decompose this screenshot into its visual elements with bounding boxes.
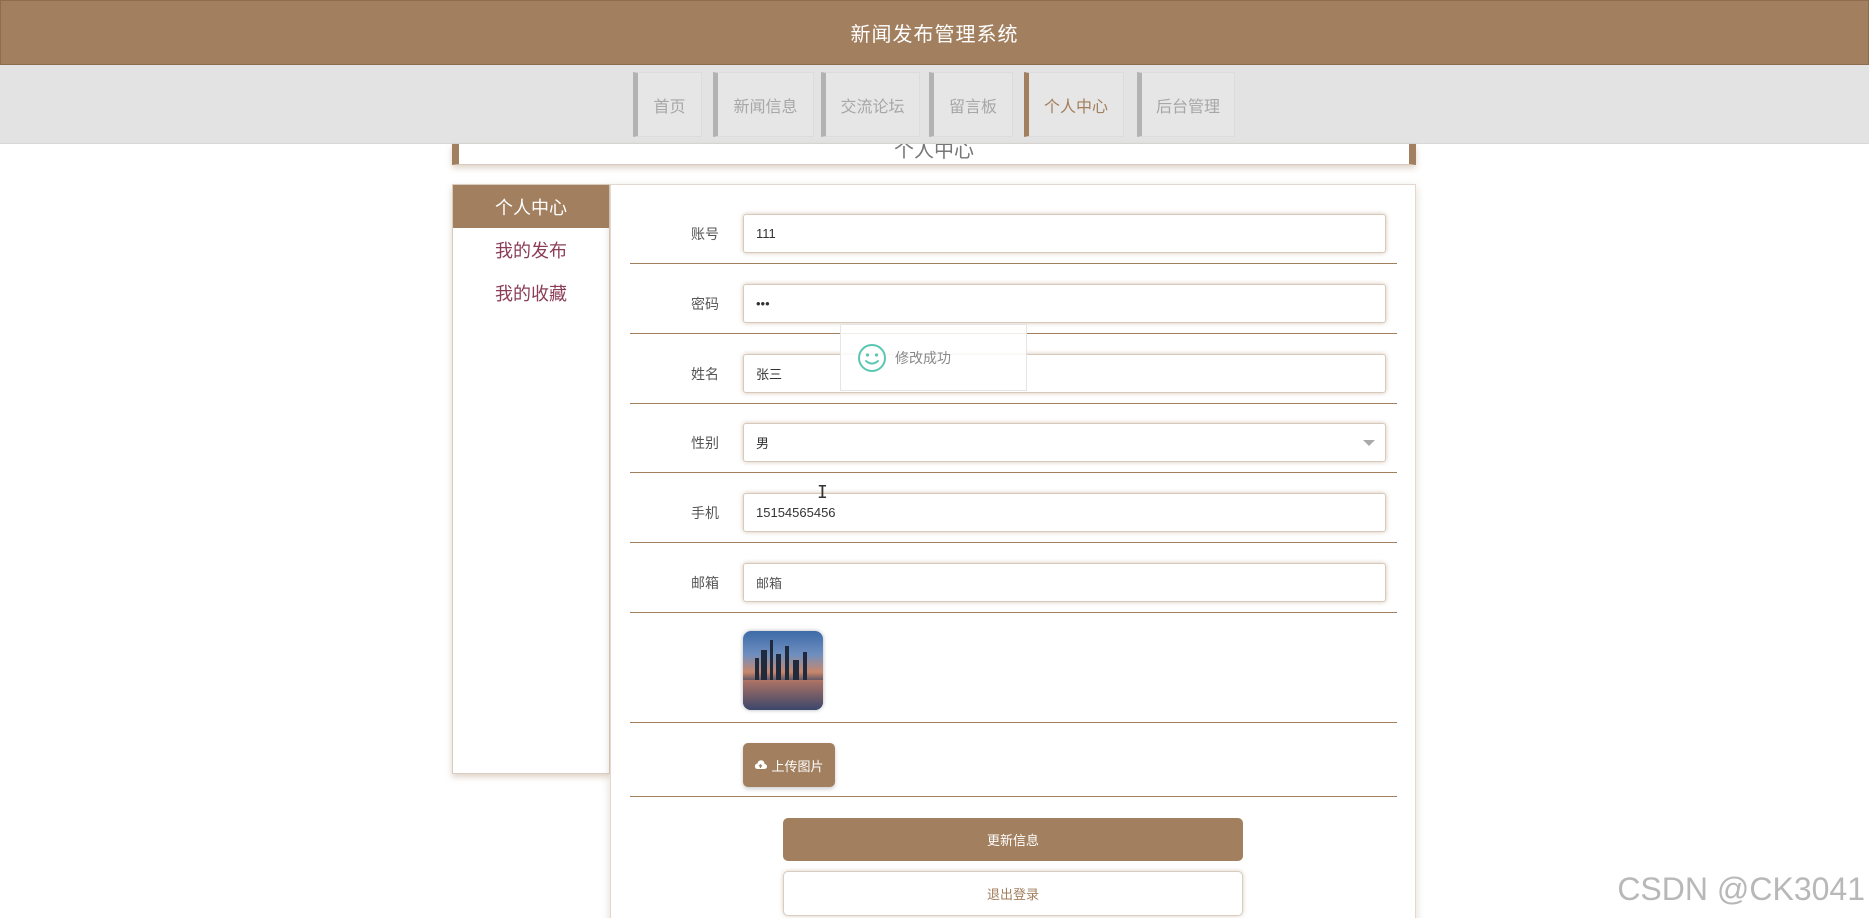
- profile-form: 账号 111 密码 ••• 姓名 张三 性别 男 手机 15154565456 …: [610, 184, 1416, 918]
- account-input[interactable]: 111: [743, 214, 1386, 253]
- form-row-email: 邮箱 邮箱: [630, 543, 1397, 613]
- name-label: 姓名: [691, 367, 719, 383]
- nav-item-profile[interactable]: 个人中心: [1024, 72, 1124, 137]
- form-row-gender: 性别 男: [630, 404, 1397, 473]
- gender-value: 男: [756, 436, 770, 451]
- watermark: CSDN @CK3041: [1617, 871, 1865, 907]
- form-row-phone: 手机 15154565456: [630, 473, 1397, 543]
- nav-item-messages[interactable]: 留言板: [929, 72, 1013, 137]
- gender-select[interactable]: 男: [743, 423, 1386, 462]
- app-header: 新闻发布管理系统: [0, 0, 1869, 65]
- avatar-image: [743, 631, 823, 710]
- nav-item-forum[interactable]: 交流论坛: [821, 72, 920, 137]
- sidebar-item-my-posts[interactable]: 我的发布: [453, 228, 609, 271]
- page-title: 个人中心: [894, 144, 974, 162]
- gender-label: 性别: [691, 436, 719, 452]
- page-title-bar: 个人中心: [452, 144, 1416, 165]
- logout-button[interactable]: 退出登录: [783, 871, 1243, 916]
- phone-input[interactable]: 15154565456: [743, 493, 1386, 532]
- text-cursor-icon: I: [817, 482, 828, 503]
- chevron-down-icon: [1363, 440, 1375, 446]
- account-label: 账号: [691, 227, 719, 243]
- phone-label: 手机: [691, 506, 719, 522]
- smile-icon: [858, 343, 886, 372]
- password-label: 密码: [691, 297, 719, 313]
- top-nav: 首页 新闻信息 交流论坛 留言板 个人中心 后台管理: [0, 65, 1869, 144]
- nav-item-home[interactable]: 首页: [633, 72, 702, 137]
- password-input[interactable]: •••: [743, 284, 1386, 323]
- update-info-button[interactable]: 更新信息: [783, 818, 1243, 861]
- nav-item-admin[interactable]: 后台管理: [1137, 72, 1235, 137]
- upload-image-button[interactable]: 上传图片: [743, 743, 835, 787]
- success-toast: 修改成功: [840, 324, 1027, 391]
- form-row-avatar: [630, 613, 1397, 723]
- cloud-upload-icon: [755, 760, 768, 769]
- app-title: 新闻发布管理系统: [850, 22, 1019, 46]
- form-row-upload: 上传图片: [630, 723, 1397, 797]
- email-input[interactable]: 邮箱: [743, 563, 1386, 602]
- form-row-account: 账号 111: [630, 185, 1397, 264]
- toast-message: 修改成功: [895, 350, 951, 367]
- email-label: 邮箱: [691, 576, 719, 592]
- nav-item-news[interactable]: 新闻信息: [713, 72, 814, 137]
- sidebar-item-my-favorites[interactable]: 我的收藏: [453, 271, 609, 314]
- upload-image-label: 上传图片: [771, 759, 824, 775]
- sidebar-item-profile[interactable]: 个人中心: [453, 185, 609, 228]
- sidebar: 个人中心 我的发布 我的收藏: [452, 184, 610, 774]
